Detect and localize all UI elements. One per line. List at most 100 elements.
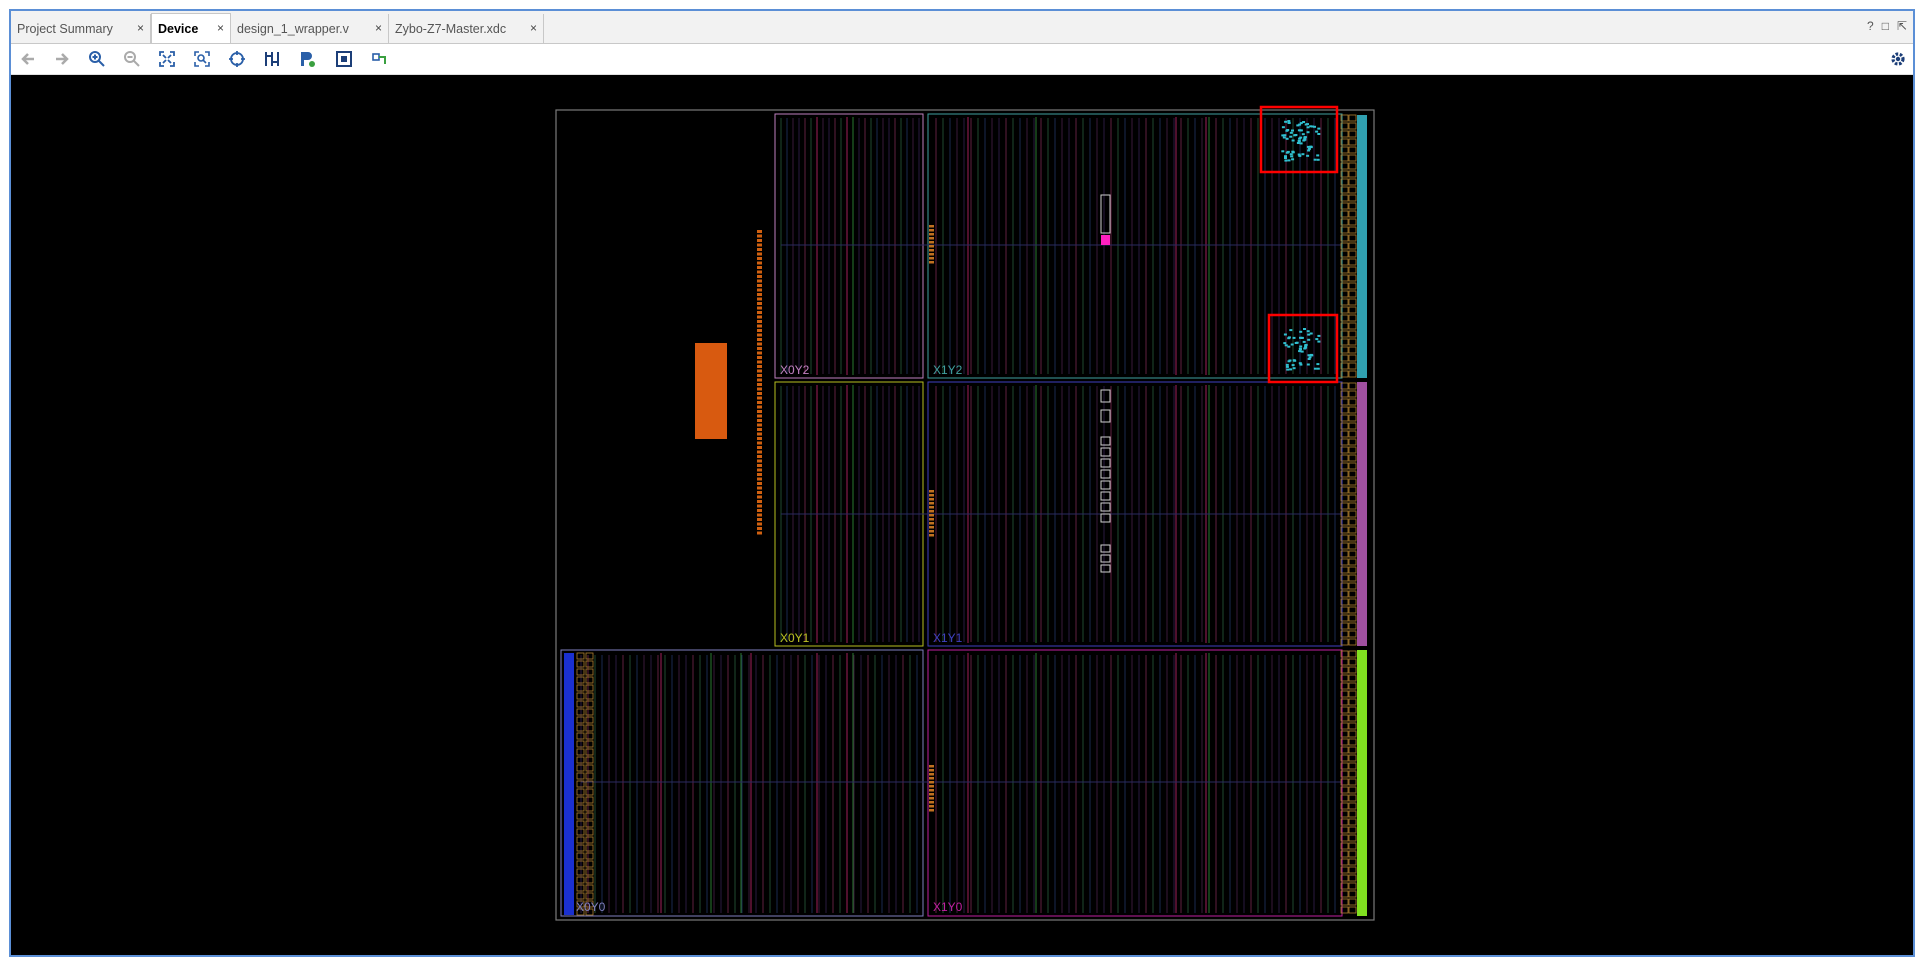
restore-icon[interactable]: □ [1882, 19, 1889, 33]
io-tile [1348, 194, 1357, 202]
ps-io-pad [757, 383, 762, 386]
io-tile [1348, 438, 1357, 446]
logic-cell [1284, 159, 1288, 162]
logic-cell [1289, 131, 1293, 134]
zoom-out-icon[interactable] [121, 49, 143, 69]
close-icon[interactable]: × [217, 21, 224, 35]
clk-buf [929, 769, 934, 772]
forward-icon[interactable] [51, 49, 73, 69]
io-tile [1348, 542, 1357, 550]
logic-cell [1301, 153, 1305, 156]
io-tile [1348, 354, 1357, 362]
io-tile [1348, 298, 1357, 306]
io-tile [1348, 266, 1357, 274]
device-floorplan[interactable]: X0Y2 X1Y2 X0Y1 X1Y1 X0Y0 X1Y0 [11, 75, 1913, 955]
logic-cell [1284, 344, 1288, 347]
io-tile [585, 740, 594, 748]
io-tile [1348, 674, 1357, 682]
region-label-x0y1: X0Y1 [780, 631, 810, 645]
io-tile [1348, 210, 1357, 218]
logic-cell [1298, 350, 1302, 353]
zoom-fit-icon[interactable] [156, 49, 178, 69]
ps-io-pad [757, 500, 762, 503]
tab-xdc[interactable]: Zybo-Z7-Master.xdc × [389, 14, 544, 43]
show-io-icon[interactable] [333, 49, 355, 69]
io-tile [1348, 258, 1357, 266]
logic-cell [1281, 126, 1285, 129]
io-tile [585, 708, 594, 716]
clk-buf [929, 261, 934, 264]
clk-buf [929, 789, 934, 792]
float-icon[interactable]: ⇱ [1897, 19, 1907, 33]
pblock-icon[interactable] [369, 49, 391, 69]
ps-io-pad [757, 378, 762, 382]
dsp-cells [1100, 389, 1111, 573]
logic-cell [1309, 145, 1313, 148]
help-icon[interactable]: ? [1867, 19, 1874, 33]
routing-resources-icon[interactable] [261, 49, 283, 69]
io-tile [585, 892, 594, 900]
ps-io-pad [757, 468, 762, 472]
logic-cell [1299, 336, 1303, 339]
logic-cell [1297, 139, 1301, 142]
logic-cell [1287, 120, 1291, 122]
ps-io-pad [757, 432, 762, 436]
bram-cell [1100, 194, 1111, 234]
io-tile [585, 716, 594, 724]
autofit-selection-icon[interactable] [226, 49, 248, 69]
ps-io-pad [757, 279, 762, 283]
io-tile [585, 812, 594, 820]
ps-io-pad [757, 401, 762, 404]
zoom-in-icon[interactable] [86, 49, 108, 69]
io-tile [1348, 250, 1357, 258]
io-bank-cyan [1357, 115, 1367, 378]
close-icon[interactable]: × [137, 21, 144, 35]
ps-io-pad [757, 482, 762, 485]
io-tile [1348, 598, 1357, 606]
ps-io-pad [757, 248, 762, 251]
logic-cell [1306, 330, 1310, 333]
close-icon[interactable]: × [530, 21, 537, 35]
io-tile [585, 748, 594, 756]
ps-io-pad [757, 410, 762, 413]
clk-buf [929, 805, 934, 808]
logic-cell [1311, 125, 1314, 128]
logic-cell [1315, 130, 1319, 133]
io-tile [1348, 638, 1357, 646]
tab-label: Zybo-Z7-Master.xdc [395, 21, 507, 36]
ps-io-pad [757, 234, 762, 238]
logic-cell [1285, 137, 1289, 140]
ps-io-pad [757, 230, 762, 233]
io-bank-blue [564, 653, 574, 915]
dsp-cell [1100, 409, 1111, 423]
io-tiles [576, 114, 1357, 916]
ps-io-pad [757, 252, 762, 256]
io-tile [1348, 518, 1357, 526]
zoom-to-selection-icon[interactable] [191, 49, 213, 69]
dsp-cell [1100, 491, 1111, 501]
logic-cell [1291, 139, 1295, 142]
io-tile [1348, 330, 1357, 338]
device-view-canvas[interactable]: X0Y2 X1Y2 X0Y1 X1Y1 X0Y0 X1Y0 [11, 75, 1913, 955]
clk-buf [929, 793, 934, 796]
logic-cell [1286, 129, 1290, 131]
ps-io-pad [757, 486, 762, 490]
clk-buf [929, 510, 934, 513]
tab-design-wrapper[interactable]: design_1_wrapper.v × [231, 14, 389, 43]
io-tile [1348, 698, 1357, 706]
clk-buf [929, 237, 934, 240]
logic-cell [1289, 368, 1293, 371]
logic-cell [1307, 147, 1311, 150]
gear-icon[interactable] [1887, 49, 1909, 69]
show-placed-icon[interactable] [296, 49, 318, 69]
logic-cell [1298, 347, 1302, 350]
io-tile [585, 676, 594, 684]
clk-buf [929, 777, 934, 780]
back-icon[interactable] [17, 49, 39, 69]
clock-region-x1y2 [927, 113, 1343, 379]
close-icon[interactable]: × [375, 21, 382, 35]
tab-device[interactable]: Device × [151, 13, 231, 43]
io-tile [1348, 282, 1357, 290]
tab-project-summary[interactable]: Project Summary × [11, 14, 151, 43]
ps-io-pad [757, 513, 762, 517]
